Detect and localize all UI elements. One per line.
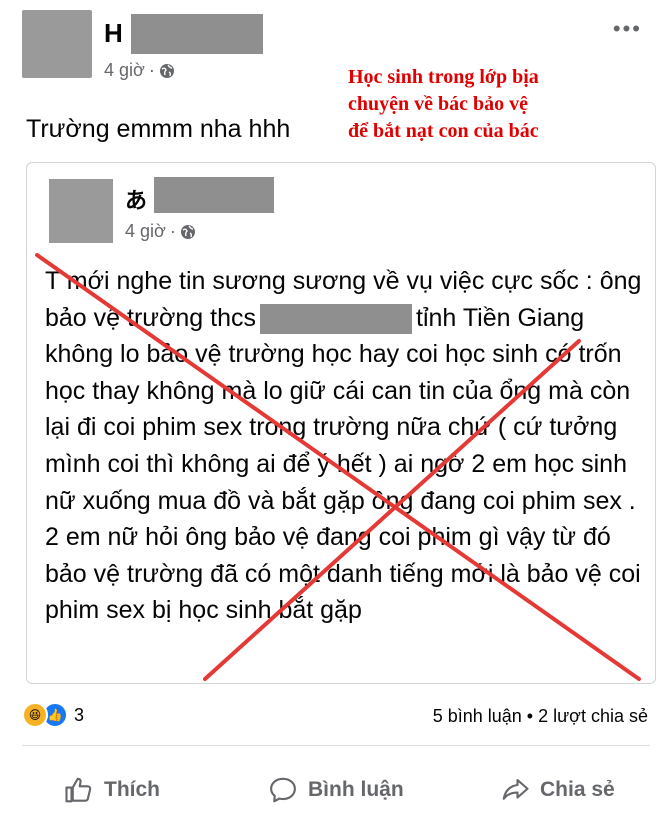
author-name-redaction: [131, 14, 263, 54]
post-time[interactable]: 4 giờ: [104, 60, 145, 81]
author-name[interactable]: H: [104, 18, 123, 49]
haha-reaction-icon: 😆: [22, 702, 48, 728]
caption-line: chuyện về bác bảo vệ: [348, 93, 528, 115]
more-options-icon[interactable]: •••: [613, 16, 642, 42]
caption-line: để bắt nạt con của bác: [348, 120, 539, 142]
globe-icon: [159, 63, 174, 78]
thumbs-up-icon: [65, 777, 92, 803]
comment-share-stats[interactable]: 5 bình luận • 2 lượt chia sẻ: [433, 706, 648, 727]
comment-label: Bình luận: [308, 778, 404, 801]
share-arrow-icon: [502, 778, 529, 800]
reaction-summary[interactable]: 😆 👍 3: [22, 702, 84, 728]
reaction-count: 3: [74, 704, 85, 725]
meta-separator: ·: [148, 60, 155, 80]
share-label: Chia sẻ: [540, 778, 615, 801]
shared-post-card[interactable]: あ 4 giờ · T mới nghe tin sương sương về …: [26, 162, 656, 684]
divider: [22, 745, 650, 746]
post-meta: 4 giờ ·: [104, 60, 175, 81]
cross-stroke: [203, 339, 581, 681]
author-avatar[interactable]: [22, 10, 92, 78]
like-button[interactable]: Thích: [64, 770, 160, 810]
share-button[interactable]: Chia sẻ: [500, 770, 615, 810]
comment-button[interactable]: Bình luận: [268, 770, 404, 810]
post-text: Trường emmm nha hhh: [26, 115, 291, 143]
red-caption: Học sinh trong lớp bịa chuyện về bác bảo…: [348, 64, 638, 145]
red-cross-mark: [35, 253, 641, 681]
comment-bubble-icon: [270, 777, 296, 803]
caption-line: Học sinh trong lớp bịa: [348, 66, 539, 88]
cross-stroke: [35, 253, 641, 681]
like-label: Thích: [104, 778, 160, 801]
